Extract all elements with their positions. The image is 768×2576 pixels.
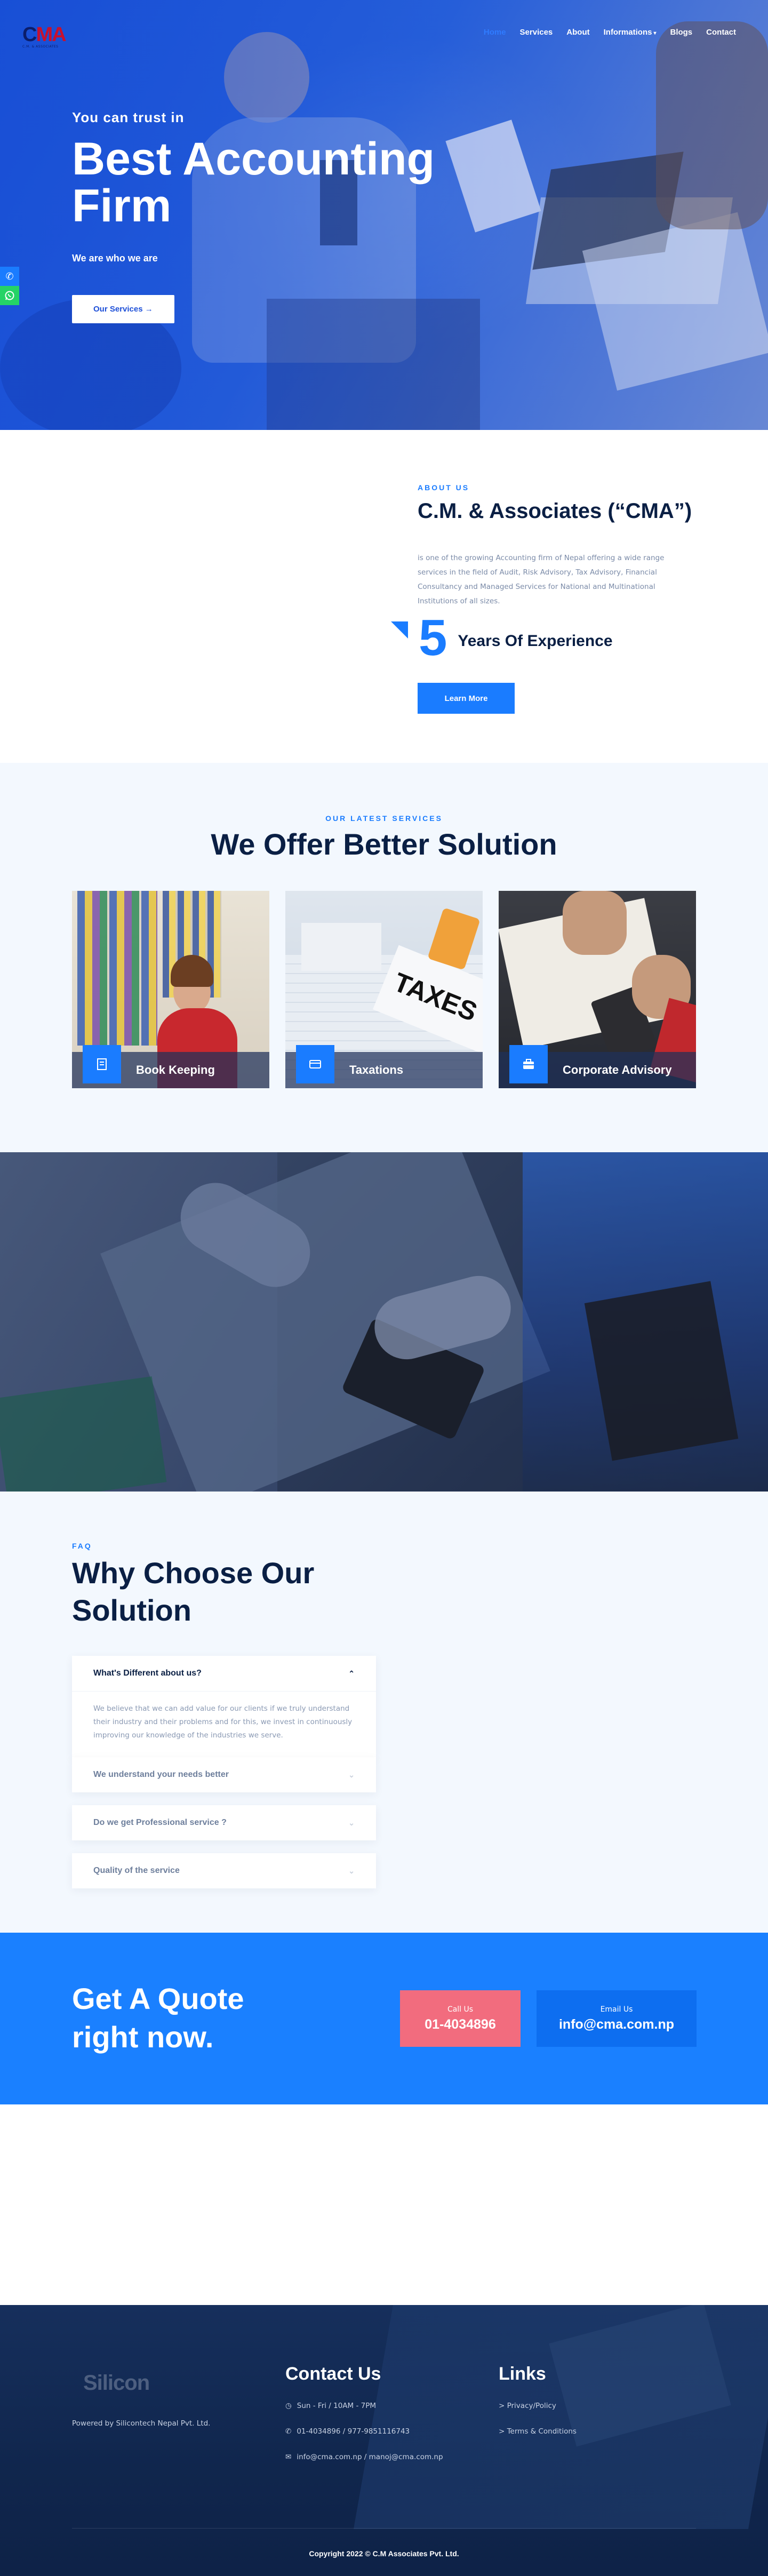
phone-icon: ✆ — [285, 2427, 292, 2436]
nav-item-informations-label: Informations — [603, 28, 652, 37]
nav-item-services[interactable]: Services — [520, 28, 553, 37]
phone-icon[interactable]: ✆ — [0, 267, 19, 286]
faq-answer: We believe that we can add value for our… — [72, 1691, 376, 1758]
terms-conditions-link[interactable]: > Terms & Conditions — [499, 2427, 577, 2436]
faq-question-button[interactable]: Quality of the service ⌄ — [72, 1853, 376, 1888]
quote-title: Get A Quote right now. — [72, 1982, 244, 2054]
footer-email-text: info@cma.com.np / manoj@cma.com.np — [297, 2453, 443, 2461]
hero-kicker: You can trust in — [72, 109, 185, 125]
about-title: C.M. & Associates (“CMA”) — [418, 499, 692, 523]
our-services-button[interactable]: Our Services → — [72, 295, 174, 323]
service-card-label: Book Keeping — [136, 1063, 215, 1076]
site-logo[interactable]: CMA C.M. & ASSOCIATES — [22, 25, 67, 49]
triangle-accent-icon — [391, 621, 408, 639]
faq-question-button[interactable]: What's Different about us? ⌃ — [72, 1656, 376, 1691]
faq-item-open: What's Different about us? ⌃ We believe … — [72, 1656, 376, 1758]
whatsapp-icon[interactable] — [0, 286, 19, 305]
services-title: We Offer Better Solution — [211, 827, 557, 861]
nav-item-blogs[interactable]: Blogs — [670, 28, 692, 37]
call-us-number: 01-4034896 — [425, 2016, 496, 2032]
email-us-label: Email Us — [600, 2005, 633, 2014]
about-section: ABOUT US C.M. & Associates (“CMA”) is on… — [0, 430, 768, 763]
service-card-label: Taxations — [349, 1063, 404, 1076]
copyright-text: Copyright 2022 © C.M Associates Pvt. Ltd… — [309, 2549, 459, 2558]
footer-logo[interactable]: Silicon — [83, 2371, 150, 2395]
powered-by-text: Powered by Silicontech Nepal Pvt. Ltd. — [72, 2419, 211, 2428]
faq-title: Why Choose Our Solution — [72, 1556, 315, 1627]
call-us-box[interactable]: Call Us 01-4034896 — [400, 1990, 521, 2047]
floating-contact-icons: ✆ — [0, 267, 19, 305]
privacy-policy-link[interactable]: > Privacy/Policy — [499, 2402, 577, 2410]
service-card-bar: Taxations — [285, 1045, 483, 1088]
service-card-corporate-advisory[interactable]: Corporate Advisory — [499, 891, 696, 1088]
services-kicker: OUR LATEST SERVICES — [325, 814, 443, 823]
clock-icon: ◷ — [285, 2402, 292, 2410]
service-card-book-keeping[interactable]: Book Keeping — [72, 891, 269, 1088]
hero-section: CMA C.M. & ASSOCIATES Home Services Abou… — [0, 0, 768, 430]
hero-content: You can trust in Best Accounting Firm We… — [72, 109, 456, 323]
chevron-down-icon: ⌄ — [348, 1866, 355, 1875]
briefcase-icon — [509, 1045, 548, 1083]
years-label: Years Of Experience — [458, 632, 613, 650]
call-us-label: Call Us — [447, 2005, 474, 2014]
faq-item: We understand your needs better ⌄ — [72, 1757, 376, 1792]
footer-links-heading: Links — [499, 2364, 546, 2384]
faq-item: Do we get Professional service ? ⌄ — [72, 1805, 376, 1840]
hero-title: Best Accounting Firm — [72, 133, 435, 232]
years-number: 5 — [419, 609, 447, 666]
site-footer: Silicon Powered by Silicontech Nepal Pvt… — [0, 2305, 768, 2576]
faq-question-button[interactable]: We understand your needs better ⌄ — [72, 1757, 376, 1792]
service-cards: Book Keeping TAXES Taxations Corporate A… — [72, 891, 696, 1088]
footer-email[interactable]: ✉ info@cma.com.np / manoj@cma.com.np — [285, 2453, 443, 2461]
faq-question-button[interactable]: Do we get Professional service ? ⌄ — [72, 1805, 376, 1840]
faq-question: What's Different about us? — [93, 1669, 202, 1678]
hero-subtitle: We are who we are — [72, 253, 158, 264]
main-menu: Home Services About Informations ▾ Blogs … — [484, 28, 736, 37]
service-card-bar: Corporate Advisory — [499, 1045, 696, 1088]
service-card-bar: Book Keeping — [72, 1045, 269, 1088]
faq-question: Do we get Professional service ? — [93, 1818, 227, 1827]
nav-item-informations[interactable]: Informations ▾ — [604, 28, 657, 37]
footer-phone-text: 01-4034896 / 977-9851116743 — [297, 2427, 410, 2436]
nav-item-home[interactable]: Home — [484, 28, 506, 37]
mail-icon: ✉ — [285, 2453, 292, 2461]
experience-block: 5 Years Of Experience — [391, 611, 613, 665]
footer-phone[interactable]: ✆ 01-4034896 / 977-9851116743 — [285, 2427, 443, 2436]
faq-question: We understand your needs better — [93, 1770, 229, 1779]
footer-hours-text: Sun - Fri / 10AM - 7PM — [297, 2402, 377, 2410]
services-section: OUR LATEST SERVICES We Offer Better Solu… — [0, 763, 768, 1152]
top-navigation: CMA C.M. & ASSOCIATES Home Services Abou… — [0, 25, 768, 49]
blank-spacer — [0, 2104, 768, 2305]
footer-divider — [72, 2528, 696, 2529]
nav-item-contact[interactable]: Contact — [706, 28, 736, 37]
chevron-down-icon: ⌄ — [348, 1818, 355, 1827]
email-us-box[interactable]: Email Us info@cma.com.np — [537, 1990, 697, 2047]
faq-section: FAQ Why Choose Our Solution What's Diffe… — [0, 1492, 768, 1933]
nav-item-about[interactable]: About — [566, 28, 589, 37]
logo-mark: CMA — [22, 23, 67, 46]
chevron-down-icon: ▾ — [653, 30, 657, 36]
footer-contact-heading: Contact Us — [285, 2364, 381, 2384]
chevron-up-icon: ⌃ — [348, 1669, 355, 1678]
card-icon — [296, 1045, 334, 1083]
service-card-label: Corporate Advisory — [563, 1063, 672, 1076]
service-card-taxations[interactable]: TAXES Taxations — [285, 891, 483, 1088]
book-icon — [83, 1045, 121, 1083]
faq-item: Quality of the service ⌄ — [72, 1853, 376, 1888]
about-kicker: ABOUT US — [418, 483, 470, 492]
faq-kicker: FAQ — [72, 1542, 92, 1550]
about-content: ABOUT US C.M. & Associates (“CMA”) is on… — [418, 483, 695, 609]
chevron-down-icon: ⌄ — [348, 1770, 355, 1779]
footer-links-column: Links > Privacy/Policy > Terms & Conditi… — [499, 2364, 577, 2436]
footer-hours: ◷ Sun - Fri / 10AM - 7PM — [285, 2402, 443, 2410]
learn-more-button[interactable]: Learn More — [418, 683, 515, 714]
about-description: is one of the growing Accounting firm of… — [418, 554, 665, 605]
quote-section: Get A Quote right now. Call Us 01-403489… — [0, 1933, 768, 2104]
parallax-photo-band — [0, 1152, 768, 1492]
faq-question: Quality of the service — [93, 1866, 180, 1875]
footer-contact-column: Contact Us ◷ Sun - Fri / 10AM - 7PM ✆ 01… — [285, 2364, 443, 2461]
email-us-address: info@cma.com.np — [558, 2016, 675, 2032]
